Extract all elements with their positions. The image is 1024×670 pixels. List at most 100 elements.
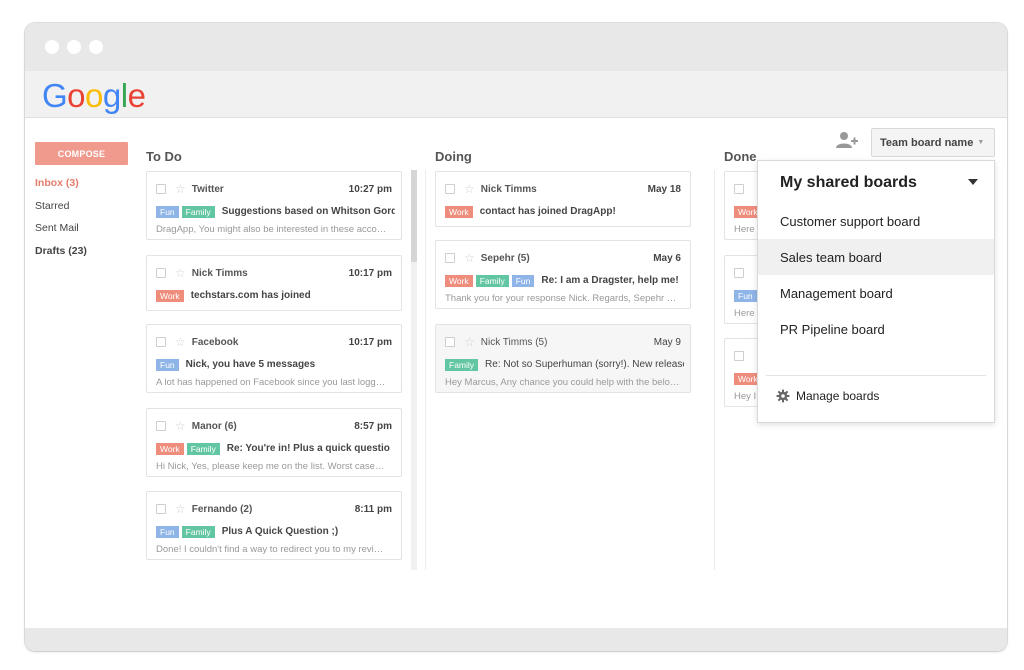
email-time: 10:17 pm — [348, 267, 392, 279]
logo-letter: l — [120, 77, 128, 114]
email-subject: contact has joined DragApp! — [479, 206, 616, 217]
tag-family: Family — [181, 525, 215, 538]
checkbox[interactable] — [445, 184, 455, 194]
star-icon[interactable]: ☆ — [175, 503, 186, 515]
email-subject: techstars.com has joined — [190, 290, 311, 301]
google-logo[interactable]: Google — [42, 77, 146, 115]
star-icon[interactable]: ☆ — [175, 420, 186, 432]
sidebar-item-drafts[interactable]: Drafts (23) — [35, 244, 87, 267]
email-subject: Re: I am a Dragster, help me! — [541, 275, 679, 286]
star-icon[interactable]: ☆ — [464, 183, 475, 195]
email-card[interactable]: ☆ Facebook 10:17 pm Fun Nick, you have 5 me… — [146, 324, 402, 393]
add-user-icon[interactable] — [836, 131, 858, 149]
star-icon[interactable]: ☆ — [175, 267, 186, 279]
email-time: 10:17 pm — [348, 336, 392, 348]
tag-fun: Fun — [156, 358, 179, 371]
compose-button[interactable]: COMPOSE — [35, 142, 128, 165]
email-sender: Sepehr (5) — [480, 252, 530, 264]
caret-down-icon[interactable] — [968, 179, 978, 185]
bottom-bar — [25, 628, 1007, 651]
tag-work: Work — [156, 442, 184, 455]
checkbox[interactable] — [445, 337, 455, 347]
email-time: 10:27 pm — [348, 183, 392, 195]
team-board-select[interactable]: Team board name ▼ — [871, 128, 995, 157]
logo-letter: g — [102, 77, 121, 114]
email-sender: Manor (6) — [191, 420, 237, 432]
logo-letter: G — [42, 77, 68, 114]
team-board-label: Team board name — [880, 136, 974, 149]
main-content: COMPOSE Inbox (3) Starred Sent Mail Draf… — [25, 118, 1007, 628]
dropdown-divider — [766, 375, 986, 376]
browser-window: Google COMPOSE Inbox (3) Starred Sent Ma… — [25, 23, 1007, 651]
email-snippet: Done! I couldn't find a way to redirect … — [156, 544, 384, 555]
email-subject: Re: Not so Superhuman (sorry!). New rele… — [485, 359, 684, 370]
checkbox[interactable] — [734, 184, 744, 194]
tag-fun: Fun — [511, 274, 535, 287]
checkbox[interactable] — [156, 184, 166, 194]
star-icon[interactable]: ☆ — [175, 183, 186, 195]
checkbox[interactable] — [734, 268, 744, 278]
email-subject: Re: You're in! Plus a quick questio — [226, 443, 390, 454]
sidebar-item-sent-mail[interactable]: Sent Mail — [35, 221, 87, 244]
tag-work: Work — [445, 274, 473, 287]
board-item-management[interactable]: Management board — [758, 275, 994, 311]
email-card[interactable]: ☆ Nick Timms (5) May 9 Family Re: Not so Su… — [435, 324, 691, 393]
sidebar-item-starred[interactable]: Starred — [35, 199, 87, 222]
star-icon[interactable]: ☆ — [175, 336, 186, 348]
email-snippet: Hey Marcus, Any chance you could help wi… — [445, 377, 681, 388]
tag-family: Family — [475, 274, 509, 287]
email-subject: Plus A Quick Question ;) — [221, 526, 339, 537]
window-close-dot[interactable] — [45, 40, 59, 54]
tag-work: Work — [445, 205, 473, 218]
email-time: 8:11 pm — [354, 503, 392, 515]
sidebar-item-inbox[interactable]: Inbox (3) — [35, 176, 87, 199]
checkbox[interactable] — [156, 421, 166, 431]
logo-letter: e — [127, 77, 146, 114]
email-time: 8:57 pm — [354, 420, 392, 432]
checkbox[interactable] — [734, 351, 744, 361]
star-icon[interactable]: ☆ — [464, 252, 475, 264]
logo-letter: o — [85, 77, 103, 114]
email-card[interactable]: ☆ Twitter 10:27 pm Fun Family Suggestions ba… — [146, 171, 402, 240]
board-item-pr-pipeline[interactable]: PR Pipeline board — [758, 311, 994, 347]
manage-boards-label: Manage boards — [796, 389, 880, 403]
email-sender: Nick Timms — [191, 267, 248, 279]
tag-family: Family — [186, 442, 220, 455]
checkbox[interactable] — [156, 337, 166, 347]
email-sender: Nick Timms (5) — [480, 336, 548, 348]
email-time: May 18 — [647, 183, 681, 195]
column-title-doing: Doing — [435, 149, 472, 164]
tag-family: Family — [445, 358, 479, 371]
column-divider — [425, 170, 426, 570]
email-sender: Nick Timms — [480, 183, 537, 195]
tag-fun: Fun — [156, 525, 179, 538]
column-title-done: Done — [724, 149, 757, 164]
email-card[interactable]: ☆ Sepehr (5) May 6 Work Family Fun Re: I am a… — [435, 240, 691, 309]
email-card[interactable]: ☆ Manor (6) 8:57 pm Work Family Re: You're i… — [146, 408, 402, 477]
column-title-todo: To Do — [146, 149, 182, 164]
email-subject: Nick, you have 5 messages — [185, 359, 316, 370]
star-icon[interactable]: ☆ — [464, 336, 475, 348]
email-card[interactable]: ☆ Nick Timms 10:17 pm Work techstars.com ha… — [146, 255, 402, 311]
email-snippet: A lot has happened on Facebook since you… — [156, 377, 386, 388]
checkbox[interactable] — [156, 504, 166, 514]
chevron-down-icon: ▼ — [977, 139, 985, 146]
window-maximize-dot[interactable] — [89, 40, 103, 54]
checkbox[interactable] — [445, 253, 455, 263]
sidebar-nav: Inbox (3) Starred Sent Mail Drafts (23) — [35, 176, 87, 266]
email-card[interactable]: ☆ Nick Timms May 18 Work contact has joined… — [435, 171, 691, 227]
dropdown-title[interactable]: My shared boards — [780, 174, 917, 192]
board-item-sales-team[interactable]: Sales team board — [758, 239, 994, 275]
tag-work: Work — [156, 289, 184, 302]
manage-boards-button[interactable]: Manage boards — [776, 389, 879, 403]
email-card[interactable]: ☆ Fernando (2) 8:11 pm Fun Family Plus A Qui… — [146, 491, 402, 560]
window-minimize-dot[interactable] — [67, 40, 81, 54]
email-time: May 9 — [653, 336, 681, 348]
tag-family: Family — [181, 205, 215, 218]
gear-icon — [776, 389, 790, 403]
email-time: May 6 — [653, 252, 681, 264]
shared-boards-dropdown: My shared boards Customer support board … — [757, 160, 995, 423]
todo-scrollbar-thumb[interactable] — [411, 170, 417, 262]
board-item-customer-support[interactable]: Customer support board — [758, 203, 994, 239]
checkbox[interactable] — [156, 268, 166, 278]
